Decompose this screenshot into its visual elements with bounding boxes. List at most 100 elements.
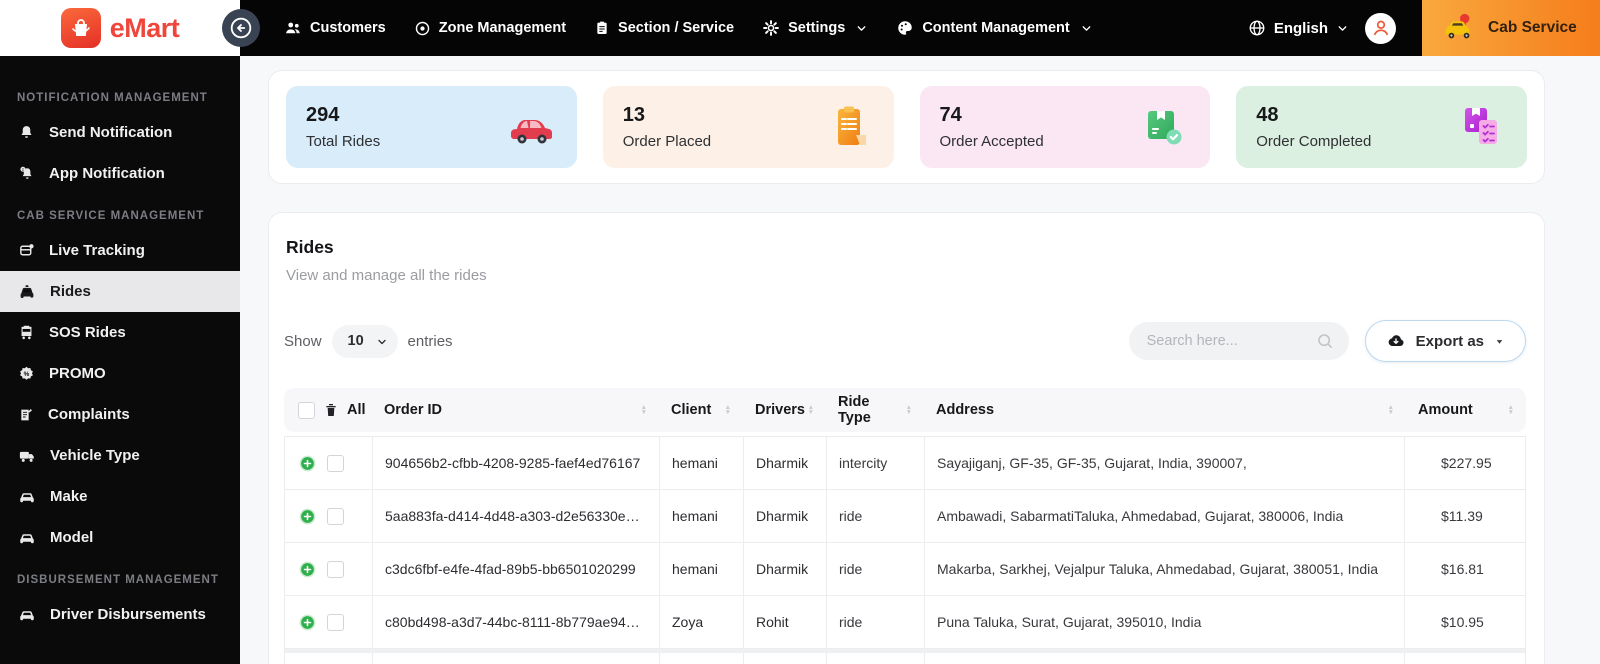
column-header-drivers[interactable]: Drivers ▲ ▼ [743, 402, 826, 418]
car-icon [18, 488, 36, 506]
nav-item-content-management[interactable]: Content Management [896, 19, 1092, 37]
client-link[interactable]: hemani [672, 455, 718, 471]
column-header-address[interactable]: Address ▲ ▼ [924, 402, 1406, 418]
stat-label: Total Rides [306, 133, 381, 150]
driver-link[interactable]: Dharmik [756, 455, 808, 471]
sidebar-item-make[interactable]: Make [0, 476, 240, 517]
expand-row-button[interactable] [298, 507, 317, 526]
sidebar-item-vehicle-type[interactable]: Vehicle Type [0, 435, 240, 476]
entries-select[interactable]: 10 [331, 324, 398, 358]
cloud-download-icon [1386, 331, 1406, 351]
nav-item-settings[interactable]: Settings [762, 19, 868, 37]
stat-card-order-completed: 48 Order Completed [1236, 86, 1527, 168]
sidebar-item-rides[interactable]: Rides [0, 271, 240, 312]
sidebar-item-complaints[interactable]: Complaints [0, 394, 240, 435]
row-select-cell [285, 437, 373, 489]
user-avatar[interactable] [1365, 12, 1396, 44]
show-entries: Show 10 entries [284, 324, 453, 358]
cab-service-label: Cab Service [1488, 19, 1577, 36]
driver-link[interactable]: Dharmik [756, 561, 808, 577]
sidebar-item-send-notification[interactable]: Send Notification [0, 112, 240, 153]
brand-logo[interactable]: eMart [0, 0, 240, 56]
sidebar-item-promo[interactable]: % PROMO [0, 353, 240, 394]
nav-item-customers[interactable]: Customers [284, 19, 386, 37]
sidebar-item-label: Driver Disbursements [50, 606, 206, 623]
order-id-link[interactable]: 904656b2-cfbb-4208-9285-faef4ed76167 [385, 455, 640, 471]
sort-icon: ▲ ▼ [807, 403, 814, 416]
sidebar-item-label: Live Tracking [49, 242, 145, 259]
sidebar-item-app-notification[interactable]: z App Notification [0, 153, 240, 194]
car-icon [18, 606, 36, 624]
order-id-link[interactable]: c80bd498-a3d7-44bc-8111-8b779ae94a61 [385, 614, 647, 630]
column-header-ride-type[interactable]: Ride Type ▲ ▼ [826, 394, 924, 426]
order-id-link[interactable]: 5aa883fa-d414-4d48-a303-d2e56330edd8 [385, 508, 647, 524]
row-select-cell [285, 653, 373, 664]
chevron-down-icon [1080, 22, 1093, 35]
select-all-checkbox[interactable] [298, 401, 315, 419]
row-checkbox[interactable] [327, 454, 344, 472]
driver-link[interactable]: Rohit [756, 614, 789, 630]
sidebar-item-model[interactable]: Model [0, 517, 240, 558]
ride-type-cell: ride [827, 543, 925, 595]
expand-row-button[interactable] [298, 560, 317, 579]
driver-link[interactable]: Dharmik [756, 508, 808, 524]
stat-car-icon [507, 107, 555, 147]
nav-item-label: Customers [310, 20, 386, 36]
nav-item-label: Zone Management [438, 20, 567, 36]
sidebar-item-label: App Notification [49, 165, 165, 182]
column-label: Order ID [384, 402, 443, 418]
search-export-group: Export as [1128, 320, 1526, 362]
cab-service-button[interactable]: Cab Service [1422, 0, 1600, 56]
nav-item-label: Section / Service [618, 20, 735, 36]
row-checkbox[interactable] [327, 507, 344, 525]
column-header-amount[interactable]: Amount ▲ ▼ [1406, 402, 1526, 418]
amount-cell: $16.81 [1441, 561, 1484, 577]
column-header-client[interactable]: Client ▲ ▼ [659, 402, 743, 418]
amount-cell: $227.95 [1441, 455, 1492, 471]
column-header-order-id[interactable]: Order ID ▲ ▼ [372, 402, 659, 418]
stat-value: 74 [939, 104, 962, 126]
delete-selected-icon[interactable] [323, 402, 339, 418]
sidebar-item-sos-rides[interactable]: SOS Rides [0, 312, 240, 353]
nav-item-zone-management[interactable]: Zone Management [414, 20, 566, 37]
sidebar-item-driver-disbursements[interactable]: Driver Disbursements [0, 594, 240, 635]
client-link[interactable]: hemani [672, 508, 718, 524]
client-link[interactable]: Zoya [672, 614, 703, 630]
language-selector[interactable]: English [1248, 19, 1349, 37]
export-as-button[interactable]: Export as [1364, 320, 1526, 362]
row-select-cell [285, 596, 373, 648]
row-checkbox[interactable] [327, 560, 344, 578]
sidebar-section-title: NOTIFICATION MANAGEMENT [17, 92, 208, 104]
stat-value: 294 [306, 104, 340, 126]
client-link[interactable]: hemani [672, 561, 718, 577]
settings-icon [762, 19, 780, 37]
address-cell: Sayajiganj, GF-35, GF-35, Gujarat, India… [925, 437, 1405, 489]
top-header: eMart Customers Zone Management Section … [0, 0, 1600, 56]
select-all-label: All [347, 402, 366, 418]
select-all-header: All [284, 401, 372, 419]
table-header: All Order ID ▲ ▼ Client ▲ ▼ Drivers ▲ ▼ Rid… [284, 388, 1526, 432]
address-cell [925, 653, 1405, 664]
chevron-down-icon [855, 22, 868, 35]
amount-cell [1405, 653, 1525, 664]
sidebar-collapse-button[interactable] [222, 9, 260, 47]
zone-icon [414, 20, 431, 37]
row-checkbox[interactable] [327, 613, 344, 631]
column-label: Address [936, 402, 995, 418]
arrow-left-circle-icon [228, 15, 254, 41]
nav-item-section-service[interactable]: Section / Service [594, 20, 734, 36]
sidebar-item-live-tracking[interactable]: Live Tracking [0, 230, 240, 271]
expand-row-button[interactable] [298, 454, 317, 473]
stat-card-order-placed: 13 Order Placed [602, 86, 894, 168]
svg-text:z: z [22, 168, 24, 172]
sidebar-item-label: Complaints [48, 406, 130, 423]
stat-value: 13 [622, 104, 645, 126]
discount-icon: % [18, 365, 35, 382]
sidebar-item-label: PROMO [49, 365, 106, 382]
expand-row-button[interactable] [298, 613, 317, 632]
order-id-link[interactable]: c3dc6fbf-e4fe-4fad-89b5-bb6501020299 [385, 561, 636, 577]
row-select-cell [285, 490, 373, 542]
search-icon [1315, 331, 1335, 351]
note-icon [18, 407, 34, 423]
globe-icon [1248, 19, 1266, 37]
